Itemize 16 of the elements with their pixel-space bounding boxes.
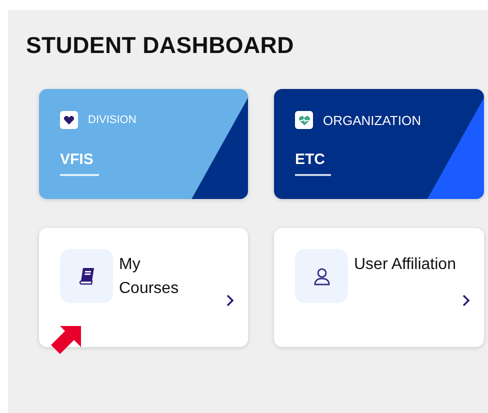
card-label: DIVISION <box>88 114 136 126</box>
chevron-right-icon <box>226 294 234 307</box>
pointer-arrow-icon <box>51 326 81 355</box>
link-card[interactable]: User Affiliation <box>274 228 484 347</box>
card-title: My Courses <box>119 255 180 299</box>
heart-pulse-icon <box>295 111 313 129</box>
page-title: STUDENT DASHBOARD <box>26 32 295 59</box>
link-card[interactable]: My Courses <box>39 228 248 347</box>
card-value: VFIS <box>60 151 100 176</box>
card-value: ETC <box>295 151 331 176</box>
book-icon <box>78 267 94 285</box>
card-title: User Affiliation <box>354 255 456 275</box>
org-card[interactable]: ORGANIZATION ETC <box>274 89 484 199</box>
card-label: ORGANIZATION <box>323 112 421 128</box>
user-icon <box>312 266 330 286</box>
chevron-right-icon <box>462 294 470 307</box>
